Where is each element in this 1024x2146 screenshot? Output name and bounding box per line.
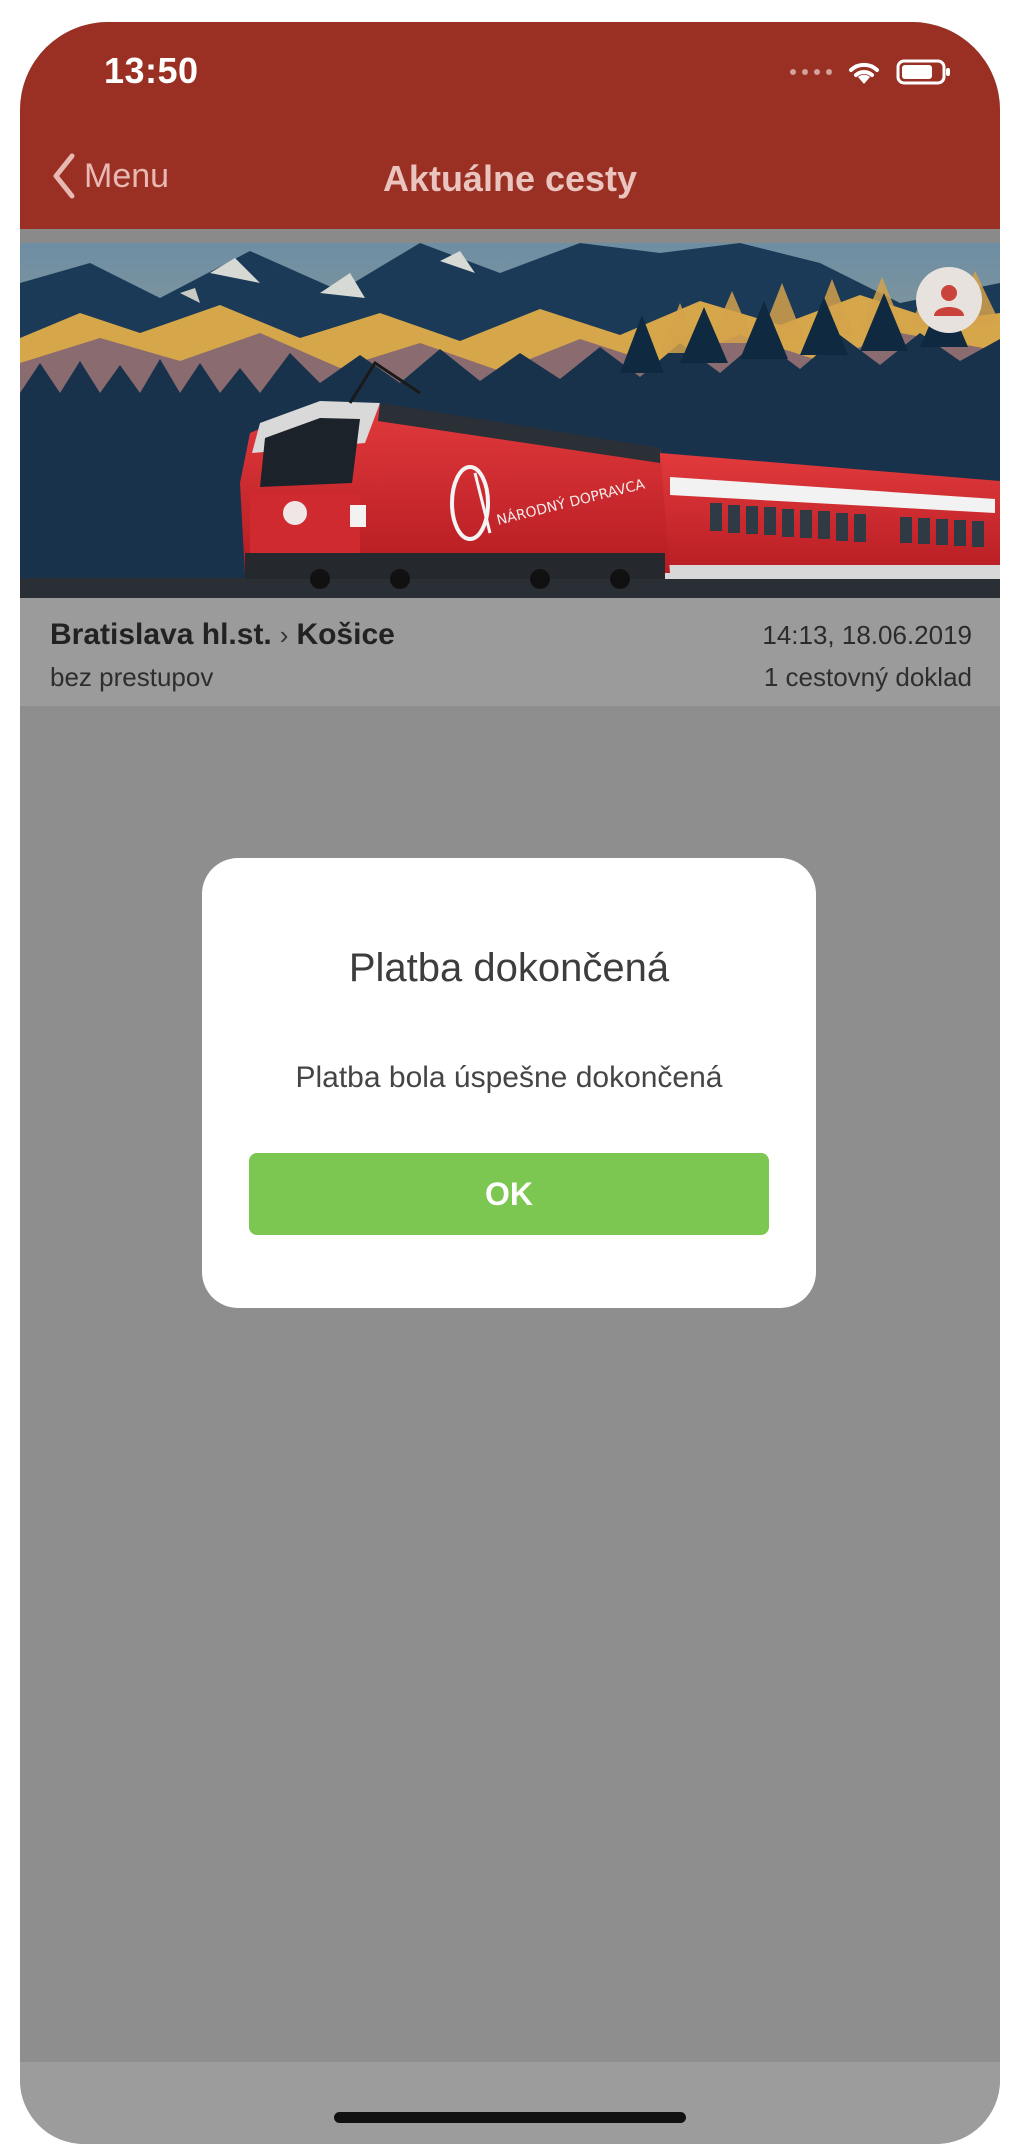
phone-screen: 13:50 Menu Aktuálne cesty NÁRODNÝ DOPRAV…: [20, 22, 1000, 2144]
train-illustration: NÁRODNÝ DOPRAVCA: [20, 243, 1000, 598]
battery-icon: [896, 59, 950, 85]
header-divider: [20, 229, 1000, 243]
status-time: 13:50: [104, 50, 199, 91]
trip-route: Bratislava hl.st. › Košice: [50, 618, 395, 652]
trip-destination: Košice: [296, 618, 395, 651]
wifi-icon: [849, 62, 879, 84]
page-title: Aktuálne cesty: [382, 158, 638, 199]
ok-button[interactable]: OK: [249, 1153, 769, 1235]
trip-datetime: 14:13, 18.06.2019: [762, 620, 972, 650]
bottom-bar: [20, 2062, 1000, 2144]
user-icon: [934, 285, 964, 316]
signal-icon: [790, 69, 832, 75]
profile-button[interactable]: [916, 267, 982, 333]
trip-documents-count: 1 cestovný doklad: [763, 662, 972, 692]
dialog-title: Platba dokončená: [348, 946, 670, 990]
payment-complete-dialog: Platba dokončená Platba bola úspešne dok…: [202, 858, 816, 1308]
trip-origin: Bratislava hl.st.: [50, 618, 272, 651]
app-header: 13:50 Menu Aktuálne cesty: [20, 22, 1000, 229]
trip-transfers: bez prestupov: [50, 662, 214, 692]
home-indicator[interactable]: [334, 2112, 686, 2123]
trip-list-item[interactable]: Bratislava hl.st. › Košice 14:13, 18.06.20…: [20, 598, 1000, 706]
dialog-message: Platba bola úspešne dokončená: [295, 1061, 723, 1094]
hero-banner: NÁRODNÝ DOPRAVCA: [20, 243, 1000, 598]
route-arrow-icon: ›: [279, 620, 289, 650]
status-icons: [790, 58, 952, 86]
